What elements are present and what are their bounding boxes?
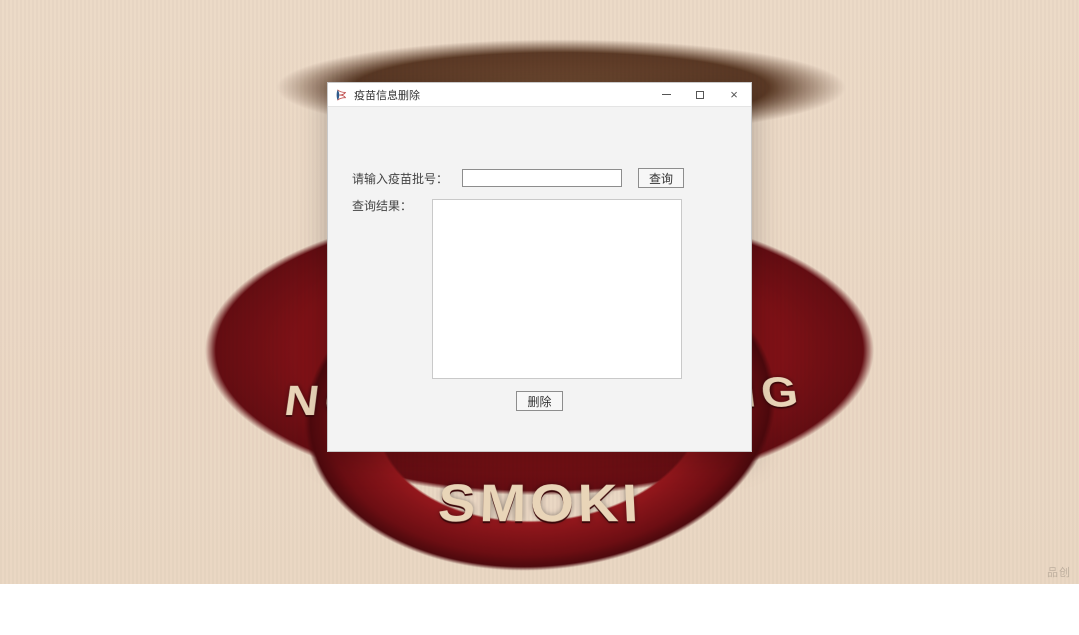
maximize-icon	[696, 91, 704, 99]
delete-row: 删除	[328, 391, 751, 411]
result-textarea[interactable]	[432, 199, 682, 379]
batch-label: 请输入疫苗批号：	[352, 170, 462, 187]
window-client-area: 请输入疫苗批号： 查询 查询结果： 删除	[328, 107, 751, 451]
window-title: 疫苗信息删除	[354, 87, 649, 103]
minimize-button[interactable]	[649, 83, 683, 106]
dialog-window: 疫苗信息删除 × 请输入疫苗批号： 查询 查询结果： 删除	[327, 82, 752, 452]
minimize-icon	[662, 94, 671, 95]
delete-button[interactable]: 删除	[516, 391, 562, 411]
titlebar[interactable]: 疫苗信息删除 ×	[328, 83, 751, 107]
query-button[interactable]: 查询	[638, 168, 684, 188]
maximize-button[interactable]	[683, 83, 717, 106]
batch-row: 请输入疫苗批号： 查询	[352, 167, 727, 189]
batch-input[interactable]	[462, 169, 622, 187]
close-button[interactable]: ×	[717, 83, 751, 106]
window-controls: ×	[649, 83, 751, 106]
close-icon: ×	[730, 88, 738, 101]
result-label: 查询结果：	[352, 197, 412, 214]
app-icon	[334, 88, 348, 102]
